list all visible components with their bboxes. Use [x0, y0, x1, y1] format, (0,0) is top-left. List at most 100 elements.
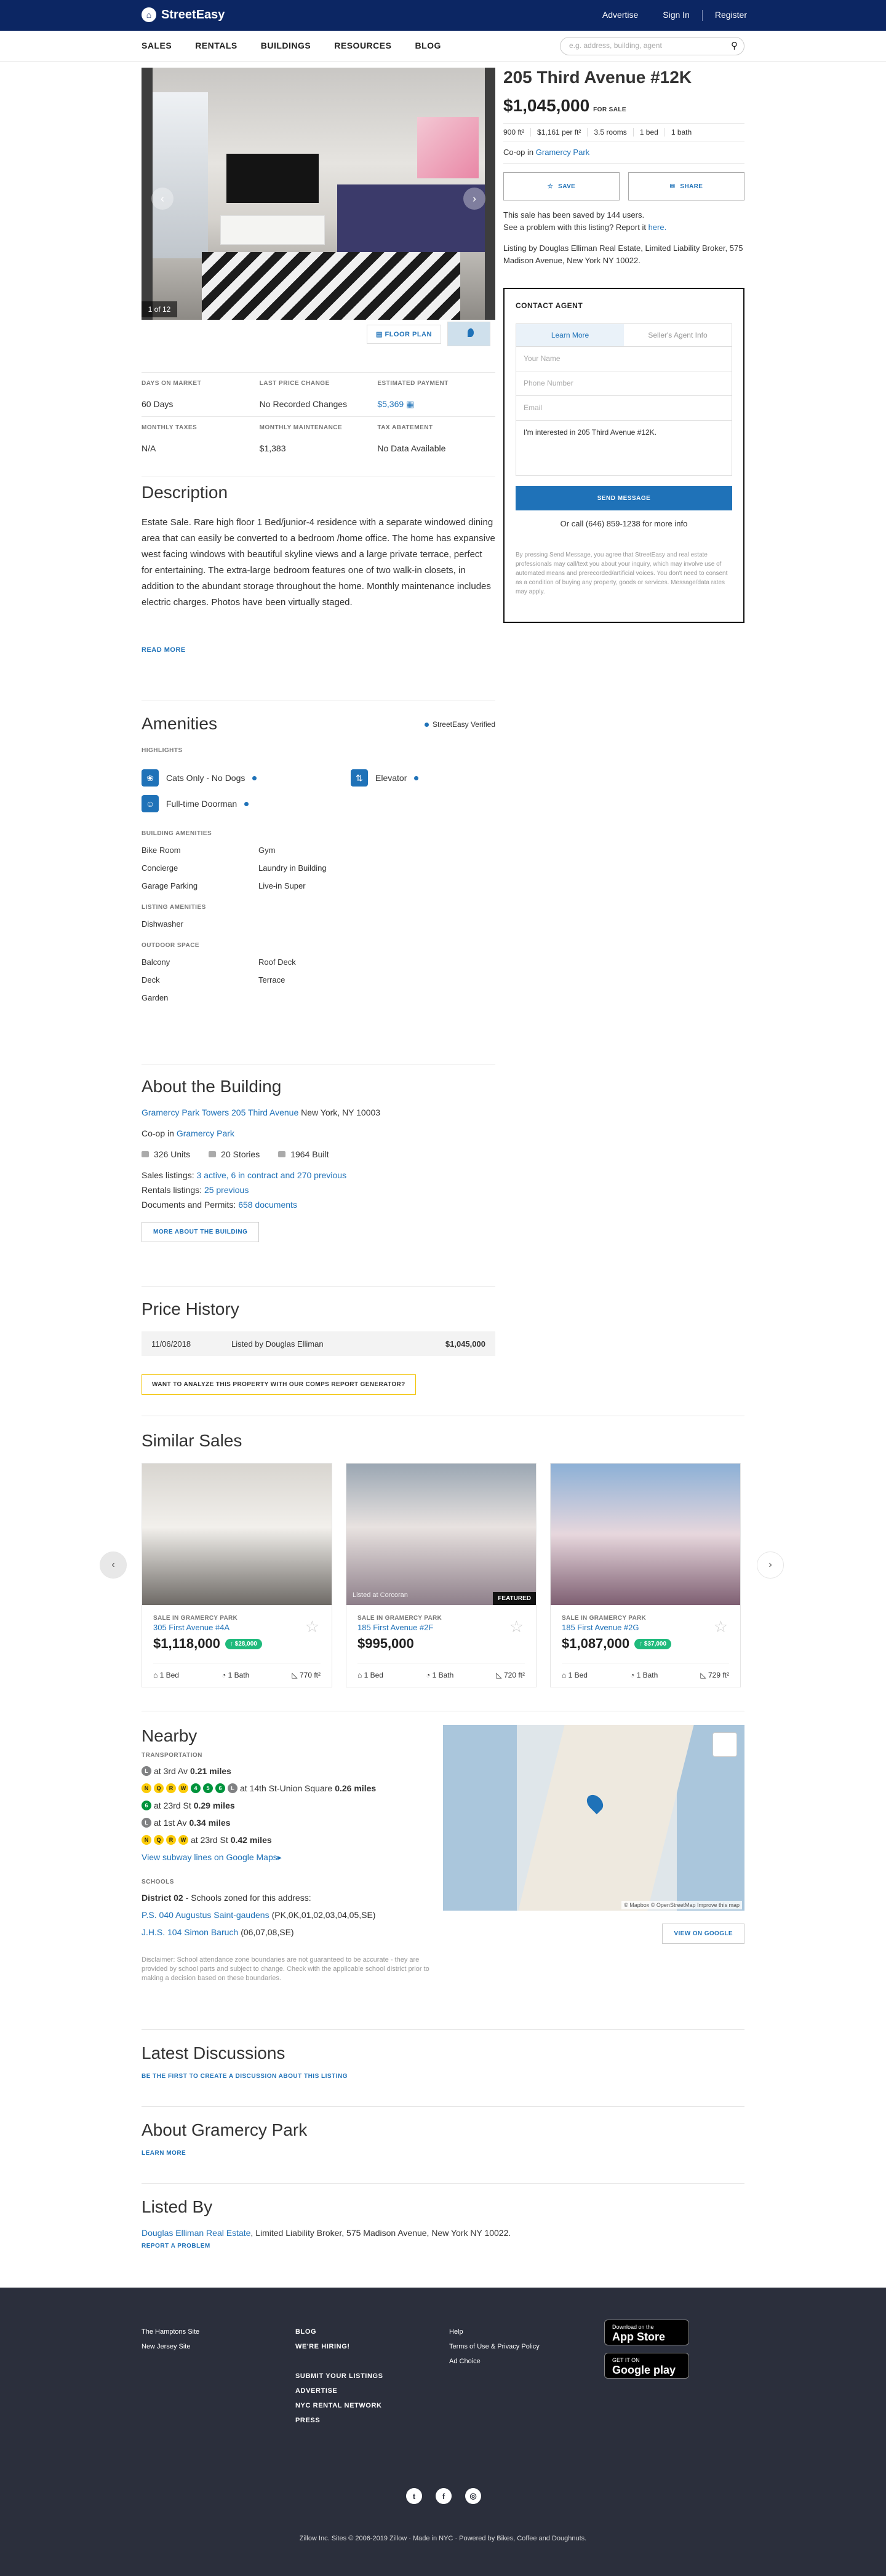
twitter-icon[interactable]: t [406, 2488, 422, 2504]
photo-gallery[interactable]: ‹ › [142, 68, 495, 320]
stat-label: DAYS ON MARKET [142, 380, 202, 387]
school-link[interactable]: P.S. 040 Augustus Saint-gaudens [142, 1910, 269, 1920]
logo[interactable]: ⌂ StreetEasy [142, 7, 225, 22]
report-problem-link[interactable]: REPORT A PROBLEM [142, 2243, 744, 2249]
nav-blog[interactable]: BLOG [415, 41, 441, 50]
gallery-next-icon[interactable]: › [463, 188, 485, 210]
price-history-row: 11/06/2018 Listed by Douglas Elliman $1,… [142, 1331, 495, 1356]
card-address-link[interactable]: 305 First Avenue #4A [153, 1623, 321, 1632]
listing-card[interactable]: ☆ SALE IN GRAMERCY PARK 305 First Avenue… [142, 1463, 332, 1687]
section-title: Similar Sales [142, 1431, 242, 1450]
footer-link[interactable]: Ad Choice [449, 2354, 540, 2369]
tab-seller-agent[interactable]: Seller's Agent Info [624, 324, 732, 346]
station-distance: 0.29 miles [193, 1801, 235, 1810]
outdoor-space-list: Balcony Roof Deck Deck Terrace Garden [142, 957, 296, 1002]
card-photo: Listed at Corcoran FEATURED [346, 1464, 536, 1605]
subway-line-icon: Q [154, 1835, 164, 1845]
listing-details: 900 ft² $1,161 per ft² 3.5 rooms 1 bed 1 bat… [503, 123, 744, 141]
card-address-link[interactable]: 185 First Avenue #2G [562, 1623, 729, 1632]
amenities-section: Amenities StreetEasy Verified HIGHLIGHTS… [142, 700, 495, 1002]
carousel-prev-icon[interactable]: ‹ [100, 1552, 127, 1579]
card-address-link[interactable]: 185 First Avenue #2F [357, 1623, 525, 1632]
favorite-icon[interactable]: ☆ [305, 1617, 319, 1636]
listing-card[interactable]: ☆ SALE IN GRAMERCY PARK 185 First Avenue… [550, 1463, 741, 1687]
read-more-link[interactable]: READ MORE [142, 646, 495, 654]
create-discussion-link[interactable]: BE THE FIRST TO CREATE A DISCUSSION ABOU… [142, 2073, 744, 2080]
nav-rentals[interactable]: RENTALS [195, 41, 237, 50]
search-input[interactable]: e.g. address, building, agent ⚲ [560, 37, 744, 55]
social-links: t f ◎ [406, 2488, 481, 2504]
elevator-icon: ⇅ [351, 769, 368, 787]
google-play-button[interactable]: GET IT ON Google play [604, 2353, 689, 2379]
footer-link[interactable]: BLOG [295, 2324, 383, 2339]
subway-line-icon: L [228, 1783, 237, 1793]
send-message-button[interactable]: SEND MESSAGE [516, 486, 732, 510]
share-button[interactable]: ✉ SHARE [628, 172, 744, 200]
section-title: Price History [142, 1299, 239, 1318]
transit-station: N Q R Wat 23rd St 0.42 miles [142, 1835, 431, 1845]
save-button[interactable]: ☆ SAVE [503, 172, 620, 200]
copyright: Zillow Inc. Sites © 2006-2019 Zillow · M… [299, 2535, 587, 2542]
nav-buildings[interactable]: BUILDINGS [261, 41, 311, 50]
nav-resources[interactable]: RESOURCES [334, 41, 391, 50]
documents-link[interactable]: 658 documents [238, 1200, 297, 1210]
email-field[interactable]: Email [516, 396, 732, 421]
tab-learn-more[interactable]: Learn More [516, 324, 624, 346]
sales-listings-link[interactable]: 3 active, 6 in contract and 270 previous [196, 1170, 346, 1180]
carousel-next-icon[interactable]: › [757, 1552, 784, 1579]
map-attribution[interactable]: © Mapbox © OpenStreetMap Improve this ma… [621, 1901, 742, 1909]
footer-link[interactable]: The Hamptons Site [142, 2324, 199, 2339]
footer-link[interactable]: SUBMIT YOUR LISTINGS [295, 2369, 383, 2384]
estimated-payment-link[interactable]: $5,369 [377, 399, 404, 409]
broker-link[interactable]: Douglas Elliman Real Estate [142, 2228, 250, 2238]
comps-report-button[interactable]: WANT TO ANALYZE THIS PROPERTY WITH OUR C… [142, 1374, 416, 1395]
floor-plan-button[interactable]: ▤ FLOOR PLAN [367, 324, 441, 344]
more-about-building-button[interactable]: MORE ABOUT THE BUILDING [142, 1222, 260, 1242]
transit-list: Lat 3rd Av 0.21 miles N Q R W 4 5 6 Lat 14th St-U… [142, 1766, 431, 1845]
name-field[interactable]: Your Name [516, 347, 732, 371]
facebook-icon[interactable]: f [436, 2488, 452, 2504]
instagram-icon[interactable]: ◎ [465, 2488, 481, 2504]
message-field[interactable]: I'm interested in 205 Third Avenue #12K. [516, 421, 732, 476]
stories-icon [209, 1151, 217, 1157]
footer-link[interactable]: NYC RENTAL NETWORK [295, 2398, 383, 2413]
sign-in-link[interactable]: Sign In [663, 10, 690, 21]
search-icon[interactable]: ⚲ [731, 40, 738, 51]
neighborhood-link[interactable]: Gramercy Park [536, 148, 589, 157]
listing-title: 205 Third Avenue #12K [503, 68, 692, 87]
phone-field[interactable]: Phone Number [516, 371, 732, 396]
neighborhood-map[interactable]: © Mapbox © OpenStreetMap Improve this ma… [443, 1725, 744, 1911]
building-address-link[interactable]: 205 Third Avenue [231, 1108, 298, 1117]
footer-link[interactable]: WE'RE HIRING! [295, 2339, 383, 2354]
rental-listings-link[interactable]: 25 previous [204, 1185, 249, 1195]
school-link[interactable]: J.H.S. 104 Simon Baruch [142, 1927, 238, 1937]
footer-link[interactable]: Terms of Use & Privacy Policy [449, 2339, 540, 2354]
map-layers-icon[interactable] [712, 1732, 737, 1757]
app-store-button[interactable]: Download on the App Store [604, 2320, 689, 2345]
neighborhood-link[interactable]: Gramercy Park [177, 1128, 234, 1138]
map-thumbnail[interactable] [447, 322, 490, 346]
footer-link[interactable]: New Jersey Site [142, 2339, 199, 2354]
view-on-google-button[interactable]: VIEW ON GOOGLE [662, 1924, 744, 1944]
transit-station: Lat 1st Av 0.34 miles [142, 1818, 431, 1828]
learn-more-link[interactable]: LEARN MORE [142, 2150, 744, 2157]
subway-map-link[interactable]: View subway lines on Google Maps▸ [142, 1852, 431, 1863]
gallery-prev-icon[interactable]: ‹ [151, 188, 174, 210]
report-here-link[interactable]: here. [649, 223, 667, 232]
units-fact: 326 Units [142, 1149, 190, 1159]
nav-sales[interactable]: SALES [142, 41, 172, 50]
footer-link[interactable]: Help [449, 2324, 540, 2339]
listing-stats: DAYS ON MARKET 60 Days LAST PRICE CHANGE N… [142, 372, 495, 461]
building-name-link[interactable]: Gramercy Park Towers [142, 1108, 229, 1117]
form-title: CONTACT AGENT [516, 301, 583, 310]
calculator-icon[interactable]: ▦ [406, 399, 414, 409]
register-link[interactable]: Register [715, 10, 747, 21]
listing-card[interactable]: Listed at Corcoran FEATURED ☆ SALE IN GR… [346, 1463, 537, 1687]
favorite-icon[interactable]: ☆ [509, 1617, 524, 1636]
advertise-link[interactable]: Advertise [602, 10, 638, 21]
favorite-icon[interactable]: ☆ [714, 1617, 728, 1636]
listing-photo [153, 68, 485, 320]
footer-link[interactable]: PRESS [295, 2413, 383, 2428]
stat-label: LAST PRICE CHANGE [259, 380, 330, 387]
footer-link[interactable]: ADVERTISE [295, 2384, 383, 2398]
